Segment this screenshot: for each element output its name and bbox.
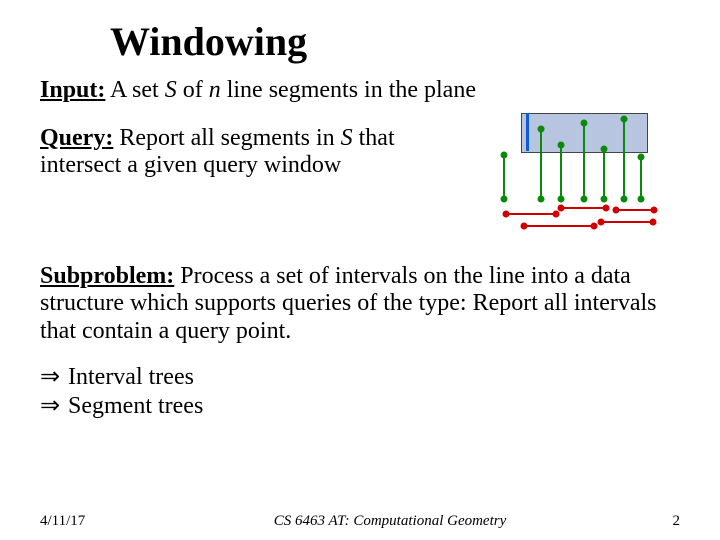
endpoint — [591, 222, 598, 229]
list-item-label: Interval trees — [68, 364, 194, 390]
endpoint — [650, 218, 657, 225]
endpoint — [538, 125, 545, 132]
interval — [561, 207, 606, 209]
footer-date: 4/11/17 — [40, 513, 130, 530]
segment — [503, 155, 505, 199]
segment — [583, 123, 585, 199]
query-paragraph: Query Report all segments in S that inte… — [40, 125, 460, 180]
slide: Windowing Input A set S of n line segmen… — [0, 0, 720, 540]
interval — [601, 221, 653, 223]
endpoint — [538, 195, 545, 202]
input-paragraph: Input A set S of n line segments in the … — [40, 77, 680, 105]
input-label: Input — [40, 77, 105, 103]
endpoint — [501, 195, 508, 202]
input-text-1: A set — [105, 77, 164, 103]
endpoint — [613, 206, 620, 213]
subproblem-paragraph: Subproblem Process a set of intervals on… — [40, 263, 680, 346]
endpoint — [638, 195, 645, 202]
query-label: Query — [40, 125, 113, 151]
implications-list: ⇒Interval trees ⇒Segment trees — [40, 363, 680, 421]
interval — [506, 213, 556, 215]
list-item-label: Segment trees — [68, 393, 203, 419]
endpoint — [621, 195, 628, 202]
endpoint — [603, 204, 610, 211]
arrow-icon: ⇒ — [40, 363, 68, 392]
endpoint — [503, 210, 510, 217]
endpoint — [553, 210, 560, 217]
segment — [640, 157, 642, 199]
endpoint — [638, 153, 645, 160]
windowing-diagram — [466, 105, 666, 245]
segment — [540, 129, 542, 199]
query-text-1: Report all segments in — [113, 125, 340, 151]
endpoint — [521, 222, 528, 229]
query-vertical-line — [526, 113, 529, 151]
slide-footer: 4/11/17 CS 6463 AT: Computational Geomet… — [0, 513, 720, 530]
list-item: ⇒Segment trees — [40, 392, 680, 421]
input-text-2: of — [177, 77, 209, 103]
endpoint — [501, 151, 508, 158]
segment — [623, 119, 625, 199]
subproblem-label: Subproblem — [40, 263, 174, 289]
footer-course: CS 6463 AT: Computational Geometry — [130, 513, 650, 530]
endpoint — [558, 195, 565, 202]
endpoint — [621, 115, 628, 122]
endpoint — [651, 206, 658, 213]
endpoint — [601, 195, 608, 202]
list-item: ⇒Interval trees — [40, 363, 680, 392]
query-row: Query Report all segments in S that inte… — [40, 119, 680, 245]
interval — [524, 225, 594, 227]
input-S: S — [165, 77, 177, 103]
endpoint — [558, 204, 565, 211]
endpoint — [581, 195, 588, 202]
segment — [560, 145, 562, 199]
endpoint — [601, 145, 608, 152]
query-S: S — [341, 125, 353, 151]
endpoint — [598, 218, 605, 225]
input-text-3: line segments in the plane — [221, 77, 476, 103]
endpoint — [558, 141, 565, 148]
footer-page-number: 2 — [650, 513, 680, 530]
input-n: n — [209, 77, 221, 103]
endpoint — [581, 119, 588, 126]
arrow-icon: ⇒ — [40, 392, 68, 421]
interval — [616, 209, 654, 211]
segment — [603, 149, 605, 199]
page-title: Windowing — [110, 18, 680, 65]
